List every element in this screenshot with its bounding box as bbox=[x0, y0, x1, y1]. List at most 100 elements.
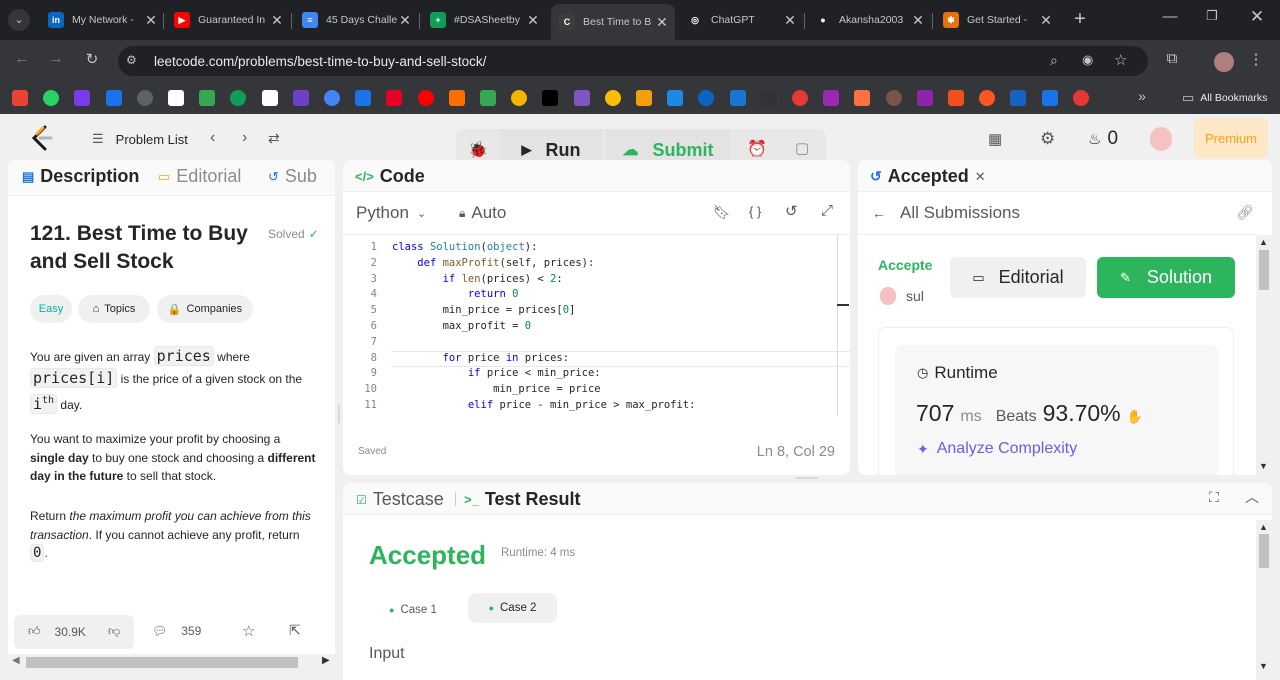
close-tab-icon[interactable]: ✕ bbox=[783, 12, 797, 29]
back-button[interactable]: ← bbox=[10, 50, 34, 67]
close-tab-icon[interactable]: ✕ bbox=[1039, 12, 1053, 29]
omnibox[interactable]: ⚙ leetcode.com/problems/best-time-to-buy… bbox=[118, 46, 1148, 76]
bookmark-icon[interactable] bbox=[573, 90, 590, 106]
code-line[interactable]: 3 if len(prices) < 2: bbox=[343, 273, 843, 289]
tab-editorial[interactable]: ▭ Editorial bbox=[158, 166, 241, 187]
bookmark-icon[interactable] bbox=[667, 90, 684, 106]
browser-tab[interactable]: C Best Time to B ✕ bbox=[551, 4, 675, 40]
bookmark-icon[interactable] bbox=[823, 90, 840, 106]
browser-tab[interactable]: ● Akansha2003 ✕ bbox=[807, 6, 931, 34]
alarm-icon[interactable]: ⏰ bbox=[747, 139, 767, 159]
bookmark-icon[interactable] bbox=[885, 90, 902, 106]
all-bookmarks-folder[interactable]: ▭ All Bookmarks bbox=[1182, 90, 1267, 106]
eye-slash-icon[interactable]: ◉ bbox=[1082, 52, 1093, 68]
bookmark-icon[interactable] bbox=[355, 90, 372, 106]
vertical-scrollbar[interactable]: ▲ ▼ bbox=[1256, 235, 1272, 475]
fullscreen-icon[interactable]: ⤢ bbox=[821, 202, 833, 219]
bookmark-icon[interactable] bbox=[74, 90, 91, 106]
browser-tab[interactable]: + #DSASheetby ✕ bbox=[422, 6, 546, 34]
result-vertical-scrollbar[interactable]: ▲ ▼ bbox=[1256, 520, 1272, 680]
settings-gear-icon[interactable]: ⚙ bbox=[1040, 129, 1055, 149]
bookmark-icon[interactable] bbox=[542, 90, 559, 106]
thumbs-down-icon[interactable]: 👎︎ bbox=[108, 624, 120, 639]
close-tab-icon[interactable]: ✕ bbox=[398, 12, 412, 29]
code-line[interactable]: 6 max_profit = 0 bbox=[343, 320, 843, 336]
collapse-chevron-icon[interactable]: ︿ bbox=[1245, 487, 1259, 507]
case-1-tab[interactable]: ● Case 1 bbox=[381, 595, 443, 625]
browser-tab[interactable]: ≡ 45 Days Challe ✕ bbox=[294, 6, 418, 34]
tab-testcase[interactable]: ☑ Testcase bbox=[356, 489, 444, 510]
close-window-button[interactable]: ✕ bbox=[1245, 7, 1269, 27]
horizontal-resize-handle[interactable] bbox=[796, 477, 818, 479]
auto-mode[interactable]: 🔒︎ Auto bbox=[459, 203, 506, 223]
bookmark-icon[interactable] bbox=[1010, 90, 1027, 106]
url-text[interactable]: leetcode.com/problems/best-time-to-buy-a… bbox=[154, 54, 486, 69]
code-line[interactable]: 4 return 0 bbox=[343, 288, 843, 304]
tab-test-result[interactable]: >_ Test Result bbox=[464, 489, 581, 510]
close-tab-icon[interactable]: ✕ bbox=[911, 12, 925, 29]
companies-tag[interactable]: 🔒 Companies bbox=[157, 295, 253, 323]
favorite-star-icon[interactable]: ☆ bbox=[242, 622, 255, 640]
bookmark-icon[interactable] bbox=[854, 90, 871, 106]
runtime-card[interactable]: ◷ Runtime 707 ms Beats 93.70% ✋ ✦ Analyze … bbox=[895, 345, 1218, 475]
analyze-complexity-link[interactable]: ✦ Analyze Complexity bbox=[917, 440, 1077, 458]
format-braces-icon[interactable]: { } bbox=[749, 204, 761, 219]
close-tab-icon[interactable]: ✕ bbox=[526, 12, 540, 29]
zoom-icon[interactable]: ⌕ bbox=[1050, 52, 1058, 69]
editorial-button[interactable]: ▭ Editorial bbox=[950, 257, 1086, 298]
bookmark-icon[interactable] bbox=[1072, 90, 1089, 106]
tab-submissions[interactable]: ↺ Sub bbox=[268, 166, 317, 187]
reset-icon[interactable]: ↺ bbox=[785, 202, 798, 220]
browser-tab[interactable]: ◎ ChatGPT ✕ bbox=[679, 6, 803, 34]
shuffle-icon[interactable]: ⇄ bbox=[268, 130, 280, 147]
reload-button[interactable]: ↻ bbox=[80, 50, 104, 68]
close-tab-icon[interactable]: ✕ bbox=[975, 169, 986, 185]
bookmark-icon[interactable] bbox=[948, 90, 964, 106]
premium-button[interactable]: Premium bbox=[1194, 118, 1268, 158]
profile-avatar[interactable] bbox=[1214, 52, 1234, 72]
leetcode-logo-icon[interactable] bbox=[30, 125, 54, 151]
code-line[interactable]: 2 def maxProfit(self, prices): bbox=[343, 257, 843, 273]
code-line[interactable]: 8 for price in prices: bbox=[343, 352, 843, 368]
bookmark-icon[interactable] bbox=[792, 90, 808, 106]
code-line[interactable]: 10 min_price = price bbox=[343, 383, 843, 399]
case-2-tab[interactable]: ● Case 2 bbox=[468, 593, 557, 623]
bookmark-icon[interactable] bbox=[760, 90, 777, 106]
link-icon[interactable]: 🔗︎ bbox=[1236, 204, 1254, 221]
bookmark-icon[interactable] bbox=[916, 90, 933, 106]
streak-counter[interactable]: ♨ 0 bbox=[1088, 128, 1118, 150]
close-tab-icon[interactable]: ✕ bbox=[655, 14, 669, 31]
code-line[interactable]: 5 min_price = prices[0] bbox=[343, 304, 843, 320]
scrollbar-thumb[interactable] bbox=[26, 657, 298, 668]
bookmark-icon[interactable] bbox=[261, 90, 278, 106]
scrollbar-thumb[interactable] bbox=[1259, 250, 1269, 290]
close-tab-icon[interactable]: ✕ bbox=[270, 12, 284, 29]
bookmark-icon[interactable] bbox=[729, 90, 746, 106]
code-line[interactable]: 9 if price < min_price: bbox=[343, 367, 843, 383]
bookmark-icon[interactable] bbox=[386, 90, 403, 106]
bookmark-icon[interactable] bbox=[1041, 90, 1058, 106]
maximize-button[interactable]: ❐ bbox=[1200, 8, 1224, 24]
problem-list-link[interactable]: ☰ Problem List bbox=[92, 131, 188, 147]
new-tab-button[interactable]: + bbox=[1068, 8, 1092, 31]
bookmark-icon[interactable] bbox=[292, 90, 309, 106]
tab-accepted[interactable]: ↺ Accepted ✕ bbox=[870, 166, 986, 187]
tab-search-chevron-icon[interactable]: ⌄ bbox=[8, 9, 30, 31]
all-submissions-link[interactable]: ← All Submissions bbox=[872, 203, 1020, 223]
bookmark-icon[interactable] bbox=[480, 90, 496, 106]
bookmark-icon[interactable] bbox=[604, 90, 621, 106]
language-select[interactable]: Python ⌄ bbox=[356, 203, 426, 223]
expand-icon[interactable]: ⛶ bbox=[1209, 489, 1219, 506]
forward-button[interactable]: → bbox=[44, 50, 68, 67]
like-button[interactable]: 👍︎ 30.9K bbox=[28, 624, 86, 639]
code-editor[interactable]: 1 class Solution(object): 2 def maxProfit(… bbox=[343, 241, 843, 416]
scrollbar-thumb[interactable] bbox=[1259, 534, 1269, 568]
bookmark-icon[interactable] bbox=[105, 90, 122, 106]
bookmark-icon[interactable] bbox=[324, 90, 340, 106]
close-tab-icon[interactable]: ✕ bbox=[144, 12, 158, 29]
minimize-button[interactable]: — bbox=[1158, 8, 1182, 25]
solution-button[interactable]: ✎ Solution bbox=[1097, 257, 1235, 298]
user-avatar[interactable] bbox=[1150, 127, 1172, 151]
layout-grid-icon[interactable]: ▦ bbox=[988, 130, 1002, 148]
vertical-resize-handle[interactable] bbox=[338, 405, 340, 423]
